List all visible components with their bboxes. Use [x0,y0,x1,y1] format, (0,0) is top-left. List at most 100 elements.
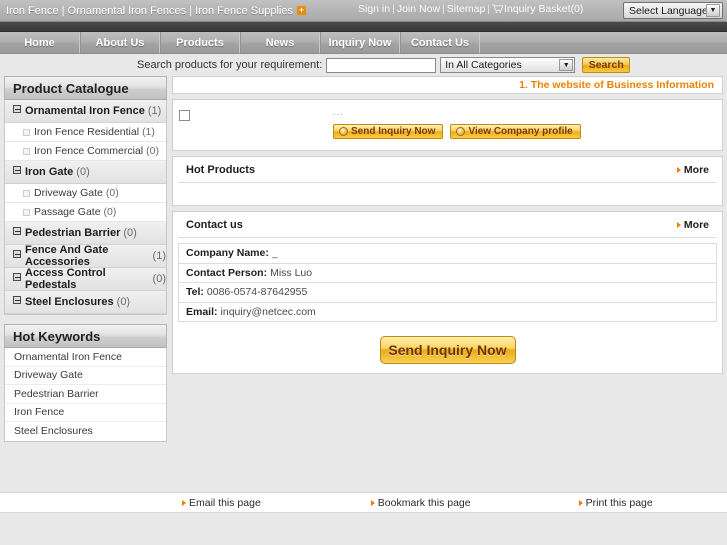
sign-in-link[interactable]: Sign in [358,3,390,15]
collapse-icon[interactable] [13,105,21,113]
site-title-text: Iron Fence | Ornamental Iron Fences | Ir… [6,5,293,17]
business-info-notice: 1. The website of Business Information [173,77,722,93]
row-label: Contact Person: [186,267,267,279]
sidebar-item-passage-gate[interactable]: Passage Gate (0) [5,203,166,222]
arrow-circle-icon [339,127,348,136]
top-bar-links: Sign in|Join Now|Sitemap|Inquiry Basket(… [358,3,583,15]
nav-item-news[interactable]: News [240,32,320,53]
inquiry-basket-link[interactable]: Inquiry Basket(0) [504,3,583,15]
send-inquiry-now-button[interactable]: Send Inquiry Now [333,124,443,139]
row-value: _ [272,247,278,259]
hot-products-more-link[interactable]: More [677,164,709,176]
sidebar: Product Catalogue Ornamental Iron Fence … [4,76,167,442]
category-name: Iron Gate [25,166,73,178]
send-inquiry-now-main-button[interactable]: Send Inquiry Now [380,336,516,364]
view-company-profile-label: View Company profile [468,126,572,137]
hot-products-panel: Hot Products More [172,156,723,206]
search-input[interactable] [326,58,436,73]
collapse-icon[interactable] [13,296,21,304]
collapse-icon[interactable] [13,273,21,281]
contact-us-title: Contact us [186,219,677,231]
sidebar-item-access-control-pedestals[interactable]: Access Control Pedestals (0) [5,268,166,291]
category-select[interactable]: In All Categories ▼ [440,57,575,73]
contact-details-table: Company Name: _ Contact Person: Miss Luo… [178,243,717,322]
sidebar-item-iron-gate[interactable]: Iron Gate (0) [5,161,166,184]
table-row: Contact Person: Miss Luo [179,264,716,284]
sitemap-link[interactable]: Sitemap [447,3,486,15]
plus-icon: + [297,6,306,15]
email-this-page-link[interactable]: Email this page [182,497,261,509]
list-item[interactable]: Driveway Gate [5,367,166,386]
main-content: 1. The website of Business Information .… [172,76,723,442]
footer: Email this page Bookmark this page Print… [0,492,727,513]
footer-link-label: Bookmark this page [378,497,471,509]
join-now-link[interactable]: Join Now [397,3,440,15]
table-row: Tel: 0086-0574-87642955 [179,283,716,303]
list-item[interactable]: Steel Enclosures [5,422,166,441]
category-count: (0) [123,227,136,239]
contact-us-more-link[interactable]: More [677,219,709,231]
site-title: Iron Fence | Ornamental Iron Fences | Ir… [6,5,306,17]
category-name: Pedestrian Barrier [25,227,120,239]
language-select[interactable]: Select Language ▼ [623,2,723,19]
category-name: Access Control Pedestals [25,267,150,291]
link-separator: | [392,3,395,15]
sidebar-item-iron-fence-commercial[interactable]: Iron Fence Commercial (0) [5,142,166,161]
triangle-right-icon [677,167,681,173]
notice-panel: 1. The website of Business Information [172,76,723,94]
category-count: (1) [142,126,155,138]
hot-products-title: Hot Products [186,164,677,176]
nav-item-products[interactable]: Products [160,32,240,53]
more-label: More [684,219,709,231]
placeholder-dots: ... [333,107,344,117]
send-inquiry-now-label: Send Inquiry Now [351,126,435,137]
search-button[interactable]: Search [582,57,630,73]
triangle-right-icon [182,500,186,506]
row-label: Email: [186,306,218,318]
row-value: 0086-0574-87642955 [207,286,307,298]
chevron-down-icon[interactable]: ▼ [559,59,573,71]
category-name: Fence And Gate Accessories [25,244,150,268]
list-item[interactable]: Iron Fence [5,404,166,423]
list-item[interactable]: Ornamental Iron Fence [5,348,166,367]
top-bar: Iron Fence | Ornamental Iron Fences | Ir… [0,0,727,22]
more-label: More [684,164,709,176]
list-item[interactable]: Pedestrian Barrier [5,385,166,404]
nav-item-contact-us[interactable]: Contact Us [400,32,480,53]
bookmark-this-page-link[interactable]: Bookmark this page [371,497,471,509]
language-select-value: Select Language [629,5,708,17]
category-count: (0) [153,273,166,285]
sidebar-item-driveway-gate[interactable]: Driveway Gate (0) [5,184,166,203]
triangle-right-icon [579,500,583,506]
category-count: (1) [153,250,166,262]
view-company-profile-button[interactable]: View Company profile [450,124,580,139]
chevron-down-icon[interactable]: ▼ [706,4,720,17]
select-all-checkbox[interactable] [179,110,190,121]
link-separator: | [487,3,490,15]
row-value: inquiry@netcec.com [221,306,316,318]
bullet-icon [23,148,30,155]
nav-filler [480,32,727,53]
bullet-icon [23,190,30,197]
sidebar-item-pedestrian-barrier[interactable]: Pedestrian Barrier (0) [5,222,166,245]
nav-item-inquiry-now[interactable]: Inquiry Now [320,32,400,53]
nav-item-home[interactable]: Home [0,32,80,53]
contact-us-panel: Contact us More Company Name: _ Contact … [172,211,723,374]
sidebar-item-iron-fence-residential[interactable]: Iron Fence Residential (1) [5,123,166,142]
print-this-page-link[interactable]: Print this page [579,497,653,509]
cart-icon [492,4,503,13]
hot-products-body [173,183,722,205]
category-count: (1) [148,105,161,117]
nav-item-about-us[interactable]: About Us [80,32,160,53]
collapse-icon[interactable] [13,227,21,235]
sidebar-item-ornamental-iron-fence[interactable]: Ornamental Iron Fence (1) [5,100,166,123]
link-separator: | [442,3,445,15]
category-list: Ornamental Iron Fence (1) Iron Fence Res… [4,100,167,315]
collapse-icon[interactable] [13,250,21,258]
footer-link-label: Print this page [586,497,653,509]
sidebar-item-steel-enclosures[interactable]: Steel Enclosures (0) [5,291,166,314]
bullet-icon [23,209,30,216]
category-count: (0) [104,206,117,218]
collapse-icon[interactable] [13,166,21,174]
sidebar-item-fence-and-gate-accessories[interactable]: Fence And Gate Accessories (1) [5,245,166,268]
